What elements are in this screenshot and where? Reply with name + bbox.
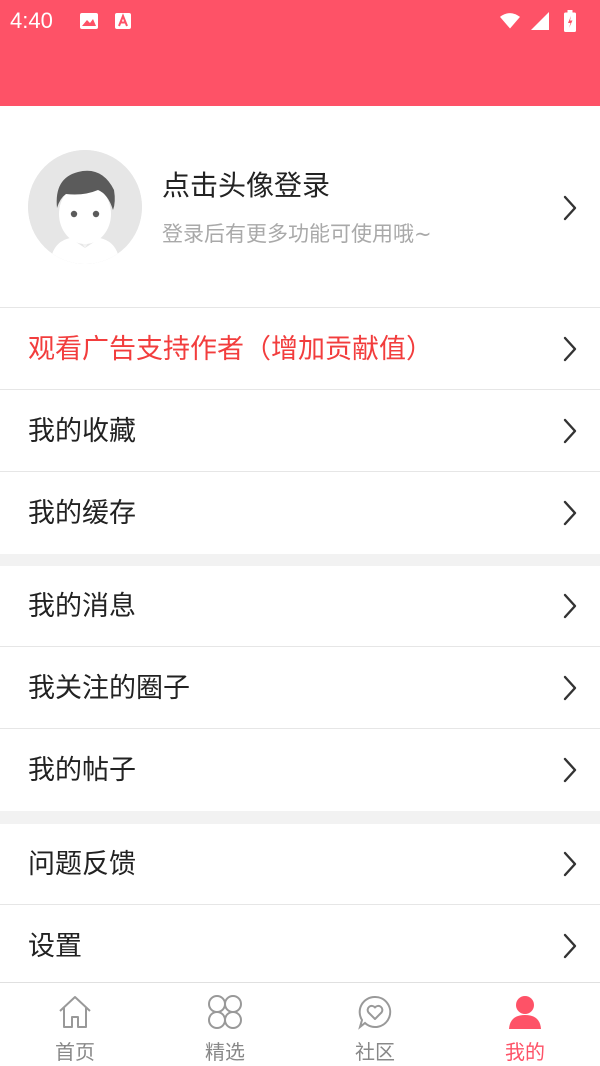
tab-community-label: 社区 [355,1040,395,1064]
favorites-label: 我的收藏 [28,416,136,447]
chevron-right-icon [562,592,578,620]
wifi-icon [500,12,520,30]
default-avatar-icon[interactable] [28,150,142,264]
community-icon [355,992,395,1032]
profile-icon [505,992,545,1032]
app-icon [113,12,133,30]
menu-item-feedback[interactable]: 问题反馈 [0,824,600,905]
menu-item-watch-ad[interactable]: 观看广告支持作者（增加贡献值） [0,309,600,390]
image-icon [79,12,99,30]
chevron-right-icon [562,756,578,784]
section-divider [0,811,600,824]
section-divider [0,554,600,566]
posts-label: 我的帖子 [28,755,136,786]
tab-featured[interactable]: 精选 [150,983,300,1066]
profile-login-card[interactable]: 点击头像登录 登录后有更多功能可使用哦~ [0,106,600,308]
followed-circles-label: 我关注的圈子 [28,673,190,704]
chevron-right-icon [562,194,578,222]
chevron-right-icon [562,932,578,960]
menu-item-followed-circles[interactable]: 我关注的圈子 [0,648,600,729]
watch-ad-label: 观看广告支持作者（增加贡献值） [28,334,433,365]
messages-label: 我的消息 [28,591,136,622]
signal-icon [530,12,550,30]
chevron-right-icon [562,850,578,878]
menu-item-posts[interactable]: 我的帖子 [0,730,600,811]
chevron-right-icon [562,417,578,445]
status-bar: 4:40 [0,0,600,42]
menu-item-settings[interactable]: 设置 [0,906,600,982]
chevron-right-icon [562,335,578,363]
chevron-right-icon [562,674,578,702]
bottom-tab-bar: 首页 精选 社区 我的 [0,982,600,1066]
battery-icon [560,10,580,32]
menu-item-favorites[interactable]: 我的收藏 [0,391,600,472]
home-icon [55,992,95,1032]
tab-community[interactable]: 社区 [300,983,450,1066]
login-hint: 登录后有更多功能可使用哦~ [162,222,432,246]
feedback-label: 问题反馈 [28,849,136,880]
tab-home[interactable]: 首页 [0,983,150,1066]
status-time: 4:40 [10,8,53,33]
header-bar: 4:40 [0,0,600,106]
cache-label: 我的缓存 [28,498,136,529]
menu-item-cache[interactable]: 我的缓存 [0,473,600,554]
grid-icon [205,992,245,1032]
tab-mine[interactable]: 我的 [450,983,600,1066]
login-prompt[interactable]: 点击头像登录 [162,164,330,204]
tab-home-label: 首页 [55,1040,95,1064]
tab-featured-label: 精选 [205,1040,245,1064]
menu-item-messages[interactable]: 我的消息 [0,566,600,647]
settings-label: 设置 [28,931,82,962]
status-right-group [500,10,590,32]
tab-mine-label: 我的 [505,1040,545,1064]
chevron-right-icon [562,499,578,527]
